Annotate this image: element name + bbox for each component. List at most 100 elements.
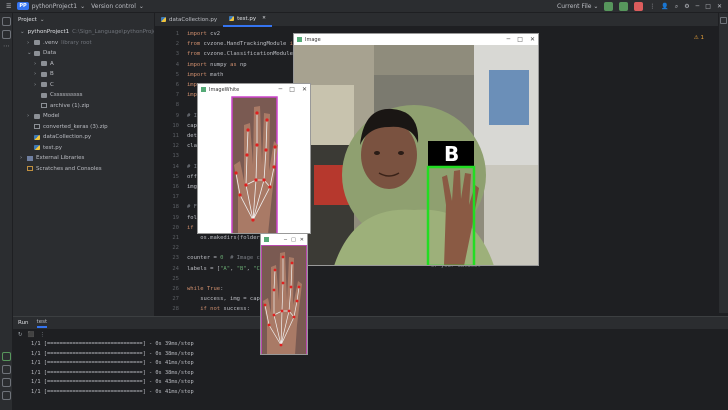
code-line[interactable]: import numpy as np	[187, 60, 247, 70]
tree-item[interactable]: test.py	[13, 143, 154, 154]
minimize-icon[interactable]: ─	[279, 86, 283, 93]
tree-item[interactable]: › Model	[13, 111, 154, 122]
run-tool-icon[interactable]	[2, 352, 11, 361]
code-line[interactable]: # F	[187, 202, 197, 212]
code-line[interactable]: imp	[187, 90, 197, 100]
tree-item[interactable]: converted_keras (3).zip	[13, 122, 154, 133]
folder-icon	[41, 92, 47, 98]
tree-item[interactable]: ⌄ Data	[13, 48, 154, 59]
cv-window-imagecrop-titlebar[interactable]: ─ □ ✕	[261, 234, 307, 245]
run-console[interactable]: 1/1 [==============================] - 0…	[13, 341, 728, 398]
code-line[interactable]: det	[187, 131, 197, 141]
code-line[interactable]: img	[187, 182, 197, 192]
editor-tab[interactable]: dataCollection.py	[155, 13, 223, 27]
stop-icon[interactable]: ⬛	[28, 332, 35, 338]
chevron-right-icon[interactable]: ›	[34, 71, 41, 77]
close-icon[interactable]: ✕	[717, 3, 722, 10]
code-line[interactable]: if not success:	[187, 304, 250, 314]
cv-window-image[interactable]: Image ─ □ ✕ B	[293, 33, 539, 266]
chevron-down-icon[interactable]: ⌄	[20, 29, 25, 35]
vcs-menu[interactable]: Version control ⌄	[91, 3, 144, 10]
chevron-right-icon[interactable]: ›	[20, 155, 27, 161]
close-tab-icon[interactable]: ✕	[262, 16, 266, 21]
maximize-icon[interactable]: □	[705, 3, 711, 10]
code-line[interactable]: # I	[187, 111, 197, 121]
chevron-right-icon[interactable]: ›	[34, 82, 41, 88]
minimize-icon[interactable]: ─	[284, 237, 287, 243]
warning-indicator[interactable]: ⚠ 1	[694, 35, 704, 41]
cv-window-image-titlebar[interactable]: Image ─ □ ✕	[294, 34, 538, 45]
folder-icon[interactable]	[2, 17, 11, 26]
tree-item[interactable]: dataCollection.py	[13, 132, 154, 143]
cv-window-imagewhite[interactable]: ImageWhite ─ □ ✕	[197, 83, 311, 234]
terminal-icon[interactable]	[2, 378, 11, 387]
code-line[interactable]: import cv2	[187, 29, 220, 39]
project-switcher[interactable]: PP pythonProject1 ⌄	[17, 2, 85, 10]
python-file-icon	[229, 16, 235, 21]
code-line[interactable]: import math	[187, 70, 223, 80]
code-line[interactable]: # I	[187, 162, 197, 172]
editor-tab[interactable]: test.py ✕	[223, 13, 272, 27]
tree-item[interactable]: › C	[13, 80, 154, 91]
close-icon[interactable]: ✕	[302, 86, 307, 93]
more-icon[interactable]: ⋮	[649, 3, 655, 10]
code-line[interactable]: while True:	[187, 284, 223, 294]
tree-item[interactable]: › B	[13, 69, 154, 80]
code-line[interactable]: counter = 0 # Image cou	[187, 253, 267, 263]
cv-window-imagewhite-titlebar[interactable]: ImageWhite ─ □ ✕	[198, 84, 310, 95]
notifications-icon[interactable]	[720, 17, 727, 24]
code-line[interactable]: if	[187, 223, 194, 233]
gear-icon[interactable]: ⚙	[684, 3, 689, 10]
code-line[interactable]: from cvzone.HandTrackingModule impo	[187, 39, 303, 49]
code-line[interactable]: cap	[187, 121, 197, 131]
problems-icon[interactable]	[2, 391, 11, 400]
line-number: 5	[175, 71, 179, 78]
close-icon[interactable]: ✕	[530, 36, 535, 43]
maximize-icon[interactable]: □	[517, 36, 523, 43]
chevron-right-icon[interactable]: ›	[34, 61, 41, 67]
user-icon[interactable]: 👤	[661, 3, 668, 10]
run-tabs: Run test	[13, 317, 728, 329]
tree-item[interactable]: Scratches and Consoles	[13, 164, 154, 175]
code-line[interactable]: from cvzone.ClassificationModule im	[187, 49, 303, 59]
folder-icon	[34, 113, 40, 119]
tree-item-label: C	[50, 81, 54, 88]
maximize-icon[interactable]: □	[289, 86, 295, 93]
structure-icon[interactable]	[2, 30, 11, 39]
debug-button[interactable]	[619, 2, 629, 11]
chevron-down-icon[interactable]: ⌄	[27, 50, 34, 56]
tree-item[interactable]: ⌄ pythonProject1 C:\Sign_Language\pythonPr…	[13, 27, 154, 38]
run-button[interactable]	[604, 2, 614, 11]
chevron-right-icon[interactable]: ›	[27, 113, 34, 119]
rerun-icon[interactable]: ↻	[18, 332, 23, 338]
tree-item[interactable]: archive (1).zip	[13, 101, 154, 112]
cv-window-imagecrop[interactable]: ─ □ ✕	[260, 233, 308, 355]
more-icon[interactable]: ⋮	[39, 332, 45, 338]
search-icon[interactable]: ⌕	[675, 3, 678, 11]
run-tab[interactable]: test	[36, 319, 48, 328]
code-line[interactable]: success, img = cap.r	[187, 294, 266, 304]
stop-button[interactable]	[634, 2, 644, 11]
code-line[interactable]: fol	[187, 213, 197, 223]
tree-item[interactable]: Cssssssssss	[13, 90, 154, 101]
project-tree: ⌄ pythonProject1 C:\Sign_Language\pythonPr…	[13, 27, 154, 174]
python-console-icon[interactable]	[2, 365, 11, 374]
chevron-right-icon[interactable]: ›	[27, 40, 34, 46]
run-panel-title[interactable]: Run	[18, 320, 29, 326]
minimize-icon[interactable]: ─	[507, 36, 511, 43]
run-config-selector[interactable]: Current File ⌄	[557, 3, 598, 10]
maximize-icon[interactable]: □	[291, 237, 296, 243]
tree-item[interactable]: › A	[13, 59, 154, 70]
tree-item[interactable]: › External Libraries	[13, 153, 154, 164]
code-line[interactable]: imp	[187, 80, 197, 90]
code-line[interactable]: off	[187, 172, 197, 182]
tree-item[interactable]: › .venv library root	[13, 38, 154, 49]
project-pane-header[interactable]: Project ⌄	[13, 13, 154, 27]
minimize-icon[interactable]: ─	[696, 3, 700, 10]
main-menu-button[interactable]: ☰	[6, 3, 11, 10]
dots-icon[interactable]: ⋯	[2, 43, 11, 52]
code-line[interactable]: cla	[187, 141, 197, 151]
code-line[interactable]: os.makedirs(folder)	[187, 233, 263, 243]
code-line[interactable]: labels = ["A", "B", "C"]	[187, 264, 267, 274]
close-icon[interactable]: ✕	[300, 237, 304, 243]
